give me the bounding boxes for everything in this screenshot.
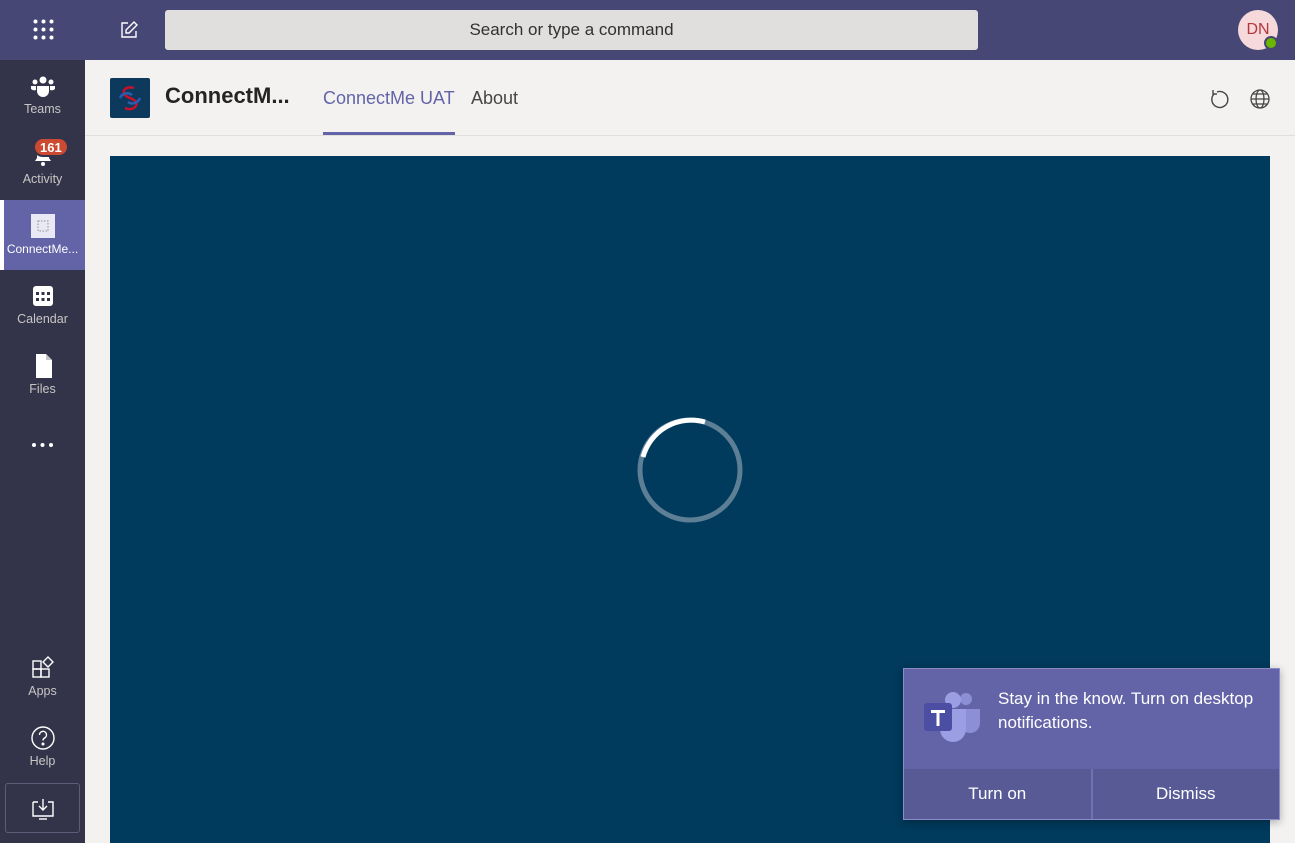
toast-actions: Turn on Dismiss xyxy=(904,769,1279,819)
connectme-logo xyxy=(110,78,150,118)
apps-icon xyxy=(30,656,56,680)
app-header: ConnectM... ConnectMe UAT About xyxy=(85,60,1295,136)
tab-connectme-uat[interactable]: ConnectMe UAT xyxy=(323,88,455,135)
app-bar: Teams Activity 161 ConnectMe... Calendar… xyxy=(0,60,85,843)
app-title: ConnectM... xyxy=(165,83,290,108)
download-app-button[interactable] xyxy=(5,783,80,833)
rail-item-teams[interactable]: Teams xyxy=(0,60,85,130)
rail-label-teams: Teams xyxy=(24,102,61,116)
more-apps-icon[interactable] xyxy=(0,432,85,462)
presence-available-icon xyxy=(1264,36,1278,50)
rail-label-apps: Apps xyxy=(28,684,57,698)
rail-item-files[interactable]: Files xyxy=(0,340,85,410)
toast-message: Stay in the know. Turn on desktop notifi… xyxy=(998,689,1254,732)
help-icon xyxy=(30,726,56,750)
title-bar: Search or type a command DN xyxy=(0,0,1295,60)
teams-logo-icon xyxy=(922,689,984,754)
rail-label-calendar: Calendar xyxy=(17,312,68,326)
connectme-app-icon xyxy=(30,214,56,238)
download-icon xyxy=(32,799,54,820)
desktop-notifications-toast: Stay in the know. Turn on desktop notifi… xyxy=(903,668,1280,820)
rail-item-connectme[interactable]: ConnectMe... xyxy=(0,200,85,270)
file-icon xyxy=(30,354,56,378)
dismiss-button[interactable]: Dismiss xyxy=(1090,769,1280,819)
turn-on-button[interactable]: Turn on xyxy=(904,769,1091,819)
rail-label-connectme: ConnectMe... xyxy=(6,242,79,256)
new-chat-icon[interactable] xyxy=(119,20,139,40)
rail-label-files: Files xyxy=(29,382,56,396)
tab-about[interactable]: About xyxy=(471,88,518,135)
rail-label-help: Help xyxy=(29,754,56,768)
rail-label-activity: Activity xyxy=(22,172,63,186)
search-input[interactable]: Search or type a command xyxy=(165,10,978,50)
search-placeholder: Search or type a command xyxy=(469,20,674,39)
app-launcher-icon[interactable] xyxy=(33,19,54,40)
globe-icon[interactable] xyxy=(1249,88,1271,110)
activity-count: 161 xyxy=(40,139,62,155)
loading-spinner-icon xyxy=(637,417,743,528)
activity-count-badge: 161 xyxy=(33,137,69,157)
rail-item-calendar[interactable]: Calendar xyxy=(0,270,85,340)
rail-item-help[interactable]: Help xyxy=(0,712,85,782)
rail-item-apps[interactable]: Apps xyxy=(0,642,85,712)
teams-icon xyxy=(30,74,56,98)
refresh-icon[interactable] xyxy=(1209,88,1231,110)
calendar-icon xyxy=(30,284,56,308)
